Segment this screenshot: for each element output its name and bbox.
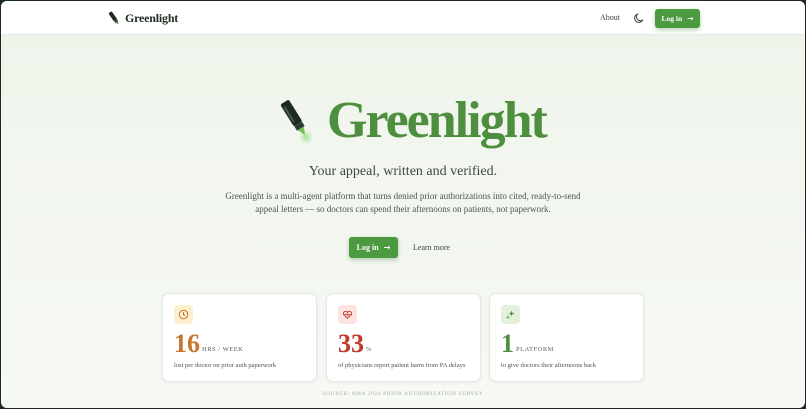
header-login-label: Log in: [661, 14, 683, 23]
sparkles-icon: [501, 305, 520, 324]
hero-title: Greenlight: [327, 92, 548, 149]
heart-pulse-icon: [338, 305, 357, 324]
hero-description: Greenlight is a multi-agent platform tha…: [225, 191, 581, 214]
source-note: SOURCE: AMA 2024 PRIOR AUTHORIZATION SUR…: [322, 391, 484, 397]
stat-unit: %: [366, 346, 372, 353]
stat-description: to give doctors their afternoons back: [501, 362, 597, 369]
stat-unit: HRS / WEEK: [202, 346, 244, 353]
arrow-right-icon: →: [687, 14, 694, 23]
learn-more-link[interactable]: Learn more: [413, 243, 450, 252]
stat-description: of physicians report patient harm from P…: [338, 362, 466, 369]
stat-number: 1: [501, 329, 514, 358]
brand-name: Greenlight: [125, 10, 179, 25]
marker-pen-logo-icon: [280, 100, 313, 144]
stat-number: 16: [174, 329, 200, 358]
header-login-button[interactable]: Log in →: [655, 9, 700, 28]
stat-unit: PLATFORM: [516, 346, 554, 353]
stat-card-harm: 33 % of physicians report patient harm f…: [326, 293, 481, 382]
top-nav: Greenlight About Log in →: [1, 1, 805, 35]
moon-icon[interactable]: [633, 12, 645, 24]
about-link[interactable]: About: [600, 13, 620, 22]
marker-pen-icon: [108, 11, 119, 25]
hero-tagline: Your appeal, written and verified.: [308, 164, 498, 179]
stat-card-platform: 1 PLATFORM to give doctors their afterno…: [489, 293, 644, 382]
brand[interactable]: Greenlight: [107, 8, 178, 28]
hero-login-button[interactable]: Log in →: [349, 237, 398, 258]
app-window: Greenlight About Log in → Greenlight You…: [1, 1, 805, 408]
stat-description: lost per doctor on prior auth paperwork: [174, 362, 277, 369]
stat-number: 33: [338, 329, 364, 358]
stat-card-hours: 16 HRS / WEEK lost per doctor on prior a…: [162, 293, 317, 382]
clock-icon: [174, 305, 193, 324]
arrow-right-icon: →: [383, 243, 391, 252]
hero-login-label: Log in: [356, 243, 379, 252]
